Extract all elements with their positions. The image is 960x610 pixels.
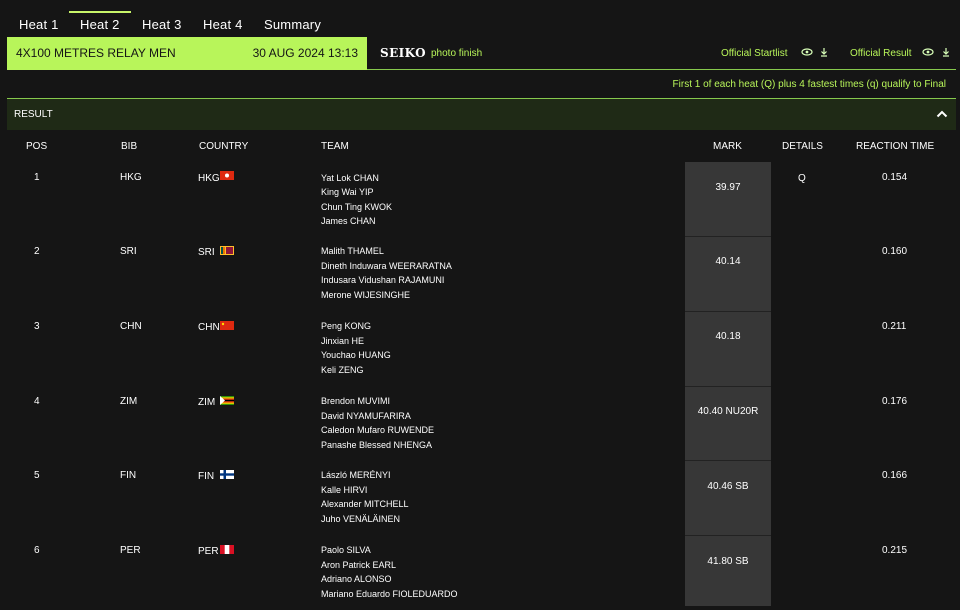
column-header-team: TEAM [321,141,349,152]
country-code: ZIM [198,397,216,408]
bib: SRI [120,246,137,257]
event-header: 4X100 METRES RELAY MEN 30 AUG 2024 13:13 [7,37,367,70]
column-header-mark: MARK [713,141,742,152]
team-member: Chun Ting KWOK [321,202,393,212]
team-member: Peng KONG [321,321,372,331]
table-row: 2 SRI SRI Malith THAMEL Dineth Induwara … [0,237,960,311]
team-member: Youchao HUANG [321,350,391,360]
team-member: Aron Patrick EARL [321,560,397,570]
team-member: Malith THAMEL [321,246,384,256]
team-member: Panashe Blessed NHENGA [321,440,433,450]
team-member: Paolo SILVA [321,545,371,555]
section-title: RESULT [14,109,53,120]
download-icon[interactable] [819,46,829,60]
team-member: Keli ZENG [321,365,364,375]
mark: 40.18 [715,331,741,342]
sri-lanka-flag-icon [220,246,234,255]
position: 2 [34,246,40,257]
reaction-time: 0.166 [882,470,908,481]
team-member: Alexander MITCHELL [321,499,409,509]
team-member: Jinxian HE [321,336,365,346]
team-member: Caledon Mufaro RUWENDE [321,425,435,435]
result-section-header[interactable]: RESULT [7,99,956,130]
reaction-time: 0.215 [882,545,908,556]
tab-heat-3[interactable]: Heat 3 [142,17,182,32]
china-flag-icon [220,321,234,330]
official-startlist-link[interactable]: Official Startlist [721,48,788,59]
team-member: Mariano Eduardo FIOLEDUARDO [321,589,458,599]
bib: HKG [120,172,142,183]
event-datetime: 30 AUG 2024 13:13 [252,46,358,60]
position: 5 [34,470,40,481]
photo-finish-link[interactable]: photo finish [431,48,482,59]
mark: 40.46 SB [707,481,749,492]
bib: ZIM [120,396,138,407]
position: 4 [34,396,40,407]
hong-kong-flag-icon [220,171,234,180]
team-member: Juho VENÄLÄINEN [321,514,401,524]
reaction-time: 0.176 [882,396,908,407]
mark: 40.14 [715,256,741,267]
country-code: CHN [198,322,220,333]
team-member: Kalle HIRVI [321,485,368,495]
column-header-pos: POS [26,141,48,152]
mark: 39.97 [715,182,741,193]
tab-summary[interactable]: Summary [264,17,321,32]
column-header-details: DETAILS [782,141,823,152]
column-header-reaction-time: REACTION TIME [856,141,935,152]
team-member: Brendon MUVIMI [321,396,391,406]
team-member: Indusara Vidushan RAJAMUNI [321,275,445,285]
position: 6 [34,545,40,556]
country-code: HKG [198,173,220,184]
peru-flag-icon [220,545,234,554]
tab-heat-2[interactable]: Heat 2 [69,11,130,32]
team-member: James CHAN [321,216,376,226]
table-row: 4 ZIM ZIM Brendon MUVIMI David NYAMUFARI… [0,387,960,461]
team-member: Yat Lok CHAN [321,173,379,183]
mark: 41.80 SB [707,556,749,567]
download-icon[interactable] [941,46,951,60]
eye-icon[interactable] [922,46,934,60]
chevron-up-icon[interactable] [935,107,949,121]
table-row: 1 HKG HKG Yat Lok CHAN King Wai YIP Chun… [0,162,960,236]
eye-icon[interactable] [801,46,813,60]
bib: PER [120,545,141,556]
qualification-note: First 1 of each heat (Q) plus 4 fastest … [672,79,946,90]
column-header-country: COUNTRY [199,141,249,152]
team-member: King Wai YIP [321,187,374,197]
tab-heat-4[interactable]: Heat 4 [203,17,243,32]
reaction-time: 0.154 [882,172,908,183]
seiko-logo: SEIKO [380,46,426,60]
qualification-detail: Q [798,173,806,184]
position: 3 [34,321,40,332]
table-row: 6 PER PER Paolo SILVA Aron Patrick EARL … [0,536,960,610]
event-name: 4X100 METRES RELAY MEN [16,46,176,60]
official-result-link[interactable]: Official Result [850,48,912,59]
zimbabwe-flag-icon [220,396,234,405]
divider [367,69,956,70]
team-member: Dineth Induwara WEERARATNA [321,261,452,271]
country-code: PER [198,546,219,557]
country-code: SRI [198,247,215,258]
team-member: Adriano ALONSO [321,574,392,584]
finland-flag-icon [220,470,234,479]
table-row: 5 FIN FIN László MERÉNYI Kalle HIRVI Ale… [0,461,960,535]
reaction-time: 0.211 [882,321,907,332]
team-member: László MERÉNYI [321,470,391,480]
team-member: David NYAMUFARIRA [321,411,411,421]
team-member: Merone WIJESINGHE [321,290,411,300]
mark: 40.40 NU20R [697,406,759,417]
reaction-time: 0.160 [882,246,908,257]
tab-heat-1[interactable]: Heat 1 [19,17,59,32]
country-code: FIN [198,471,215,482]
table-row: 3 CHN CHN Peng KONG Jinxian HE Youchao H… [0,312,960,386]
position: 1 [34,172,40,183]
bib: CHN [120,321,142,332]
heat-tabs: Heat 1 Heat 2 Heat 3 Heat 4 Summary [0,0,960,37]
column-header-bib: BIB [121,141,138,152]
bib: FIN [120,470,137,481]
